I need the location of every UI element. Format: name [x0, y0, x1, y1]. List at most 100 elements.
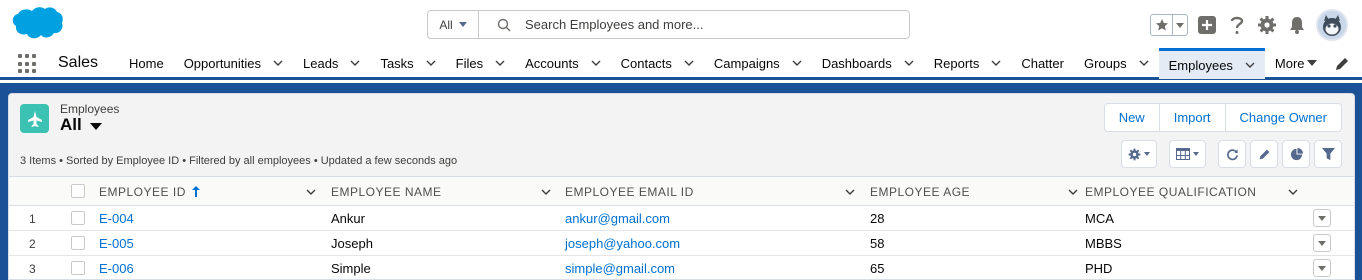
caret-down-icon	[1318, 215, 1326, 221]
gear-icon[interactable]	[1256, 14, 1278, 36]
row-checkbox[interactable]	[71, 236, 85, 250]
cell-employee-id[interactable]: E-004	[99, 206, 134, 231]
nav-tab-reports[interactable]: Reports	[924, 48, 1012, 78]
column-header-employee-email[interactable]: EMPLOYEE EMAIL ID	[565, 177, 860, 206]
caret-down-icon	[1318, 240, 1326, 246]
cell-employee-age: 58	[870, 236, 885, 251]
pie-chart-icon	[1290, 147, 1303, 160]
row-checkbox[interactable]	[71, 261, 85, 275]
nav-tab-dashboards[interactable]: Dashboards	[812, 48, 924, 78]
chevron-down-icon[interactable]	[306, 189, 316, 195]
cell-employee-id[interactable]: E-006	[99, 256, 134, 279]
chevron-down-icon[interactable]	[1288, 189, 1298, 195]
column-header-employee-age[interactable]: EMPLOYEE AGE	[870, 177, 1080, 206]
nav-tab-leads[interactable]: Leads	[293, 48, 370, 78]
column-header-employee-id[interactable]: EMPLOYEE ID	[99, 177, 324, 206]
nav-tab-label: Files	[455, 55, 484, 71]
table-row: 3 E-006 Simple simple@gmail.com 65 PHD	[9, 256, 1354, 279]
cell-employee-email[interactable]: joseph@yahoo.com	[565, 231, 680, 256]
help-icon[interactable]	[1226, 14, 1248, 36]
favorites-control[interactable]	[1150, 14, 1188, 36]
nav-tab-contacts[interactable]: Contacts	[611, 48, 704, 78]
nav-tab-label: Accounts	[525, 55, 579, 71]
chevron-down-icon[interactable]	[591, 60, 601, 66]
table-body: 1 E-004 Ankur ankur@gmail.com 28 MCA 2 E-005 Jos…	[9, 206, 1354, 279]
global-header: All	[0, 0, 1362, 48]
chevron-down-icon[interactable]	[495, 60, 505, 66]
cell-employee-name: Joseph	[331, 236, 373, 251]
chevron-down-icon[interactable]	[1245, 62, 1255, 68]
search-input[interactable]	[525, 17, 905, 32]
row-actions-menu[interactable]	[1313, 234, 1331, 252]
app-launcher-icon[interactable]	[18, 54, 38, 74]
nav-tab-campaigns[interactable]: Campaigns	[704, 48, 812, 78]
column-header-employee-name[interactable]: EMPLOYEE NAME	[331, 177, 556, 206]
nav-tab-groups[interactable]: Groups	[1074, 48, 1159, 78]
charts-button[interactable]	[1282, 140, 1310, 168]
chevron-down-icon[interactable]	[904, 60, 914, 66]
cell-employee-id[interactable]: E-005	[99, 231, 134, 256]
nav-tab-label: Chatter	[1021, 55, 1064, 71]
select-all-checkbox[interactable]	[71, 184, 85, 198]
notifications-bell-icon[interactable]	[1286, 14, 1308, 36]
sort-ascending-icon	[191, 186, 200, 197]
cell-employee-email[interactable]: ankur@gmail.com	[565, 206, 670, 231]
change-owner-button[interactable]: Change Owner	[1225, 104, 1341, 131]
chevron-down-icon[interactable]	[991, 60, 1001, 66]
filter-button[interactable]	[1314, 140, 1342, 168]
list-settings-button[interactable]	[1121, 140, 1157, 168]
new-button[interactable]: New	[1104, 104, 1160, 131]
nav-tab-chatter[interactable]: Chatter	[1011, 48, 1074, 78]
table-row: 1 E-004 Ankur ankur@gmail.com 28 MCA	[9, 206, 1354, 231]
chevron-down-icon[interactable]	[792, 60, 802, 66]
inline-edit-button[interactable]	[1250, 140, 1278, 168]
cell-employee-qualification: MBBS	[1085, 236, 1122, 251]
chevron-down-icon[interactable]	[1139, 60, 1149, 66]
caret-down-icon	[458, 22, 467, 27]
chevron-down-icon[interactable]	[426, 60, 436, 66]
row-actions-menu[interactable]	[1313, 209, 1331, 227]
search-scope-dropdown[interactable]: All	[428, 11, 479, 38]
caret-down-icon	[1306, 60, 1317, 66]
cell-employee-age: 65	[870, 261, 885, 276]
chevron-down-icon[interactable]	[541, 189, 551, 195]
nav-tab-files[interactable]: Files	[446, 48, 515, 78]
column-label: EMPLOYEE AGE	[870, 184, 971, 199]
list-view-name: All	[60, 115, 82, 134]
chevron-down-icon[interactable]	[845, 189, 855, 195]
cell-employee-qualification: PHD	[1085, 261, 1113, 276]
global-search: All	[427, 10, 910, 39]
column-label: EMPLOYEE QUALIFICATION	[1085, 184, 1257, 199]
nav-tab-home[interactable]: Home	[119, 48, 174, 78]
cell-employee-name: Ankur	[331, 211, 365, 226]
refresh-button[interactable]	[1218, 140, 1246, 168]
chevron-down-icon[interactable]	[1068, 189, 1078, 195]
user-avatar[interactable]	[1316, 9, 1348, 41]
salesforce-logo[interactable]	[10, 6, 64, 44]
chevron-down-icon[interactable]	[350, 60, 360, 66]
nav-tab-label: Reports	[933, 55, 980, 71]
star-icon[interactable]	[1151, 15, 1173, 35]
chevron-down-icon[interactable]	[273, 60, 283, 66]
row-number: 2	[29, 236, 36, 251]
nav-more-menu[interactable]: More	[1265, 48, 1327, 78]
nav-tab-employees[interactable]: Employees	[1158, 48, 1265, 79]
chevron-down-icon[interactable]	[684, 60, 694, 66]
nav-tab-opportunities[interactable]: Opportunities	[174, 48, 293, 78]
display-as-table-button[interactable]	[1169, 140, 1206, 168]
nav-tab-accounts[interactable]: Accounts	[515, 48, 610, 78]
search-icon	[497, 18, 511, 31]
caret-down-icon	[1144, 152, 1150, 156]
cell-employee-email[interactable]: simple@gmail.com	[565, 256, 675, 279]
global-add-icon[interactable]	[1196, 14, 1218, 36]
edit-nav-pencil-icon[interactable]	[1334, 56, 1350, 72]
row-actions-menu[interactable]	[1313, 259, 1331, 277]
favorites-dropdown-icon[interactable]	[1173, 22, 1187, 28]
column-header-employee-qualification[interactable]: EMPLOYEE QUALIFICATION	[1085, 177, 1305, 206]
nav-tab-tasks[interactable]: Tasks	[370, 48, 445, 78]
row-checkbox[interactable]	[71, 211, 85, 225]
row-number: 1	[29, 211, 36, 226]
import-button[interactable]: Import	[1159, 104, 1226, 131]
list-view-tools	[1121, 140, 1342, 168]
list-view-selector[interactable]: All	[60, 115, 102, 135]
